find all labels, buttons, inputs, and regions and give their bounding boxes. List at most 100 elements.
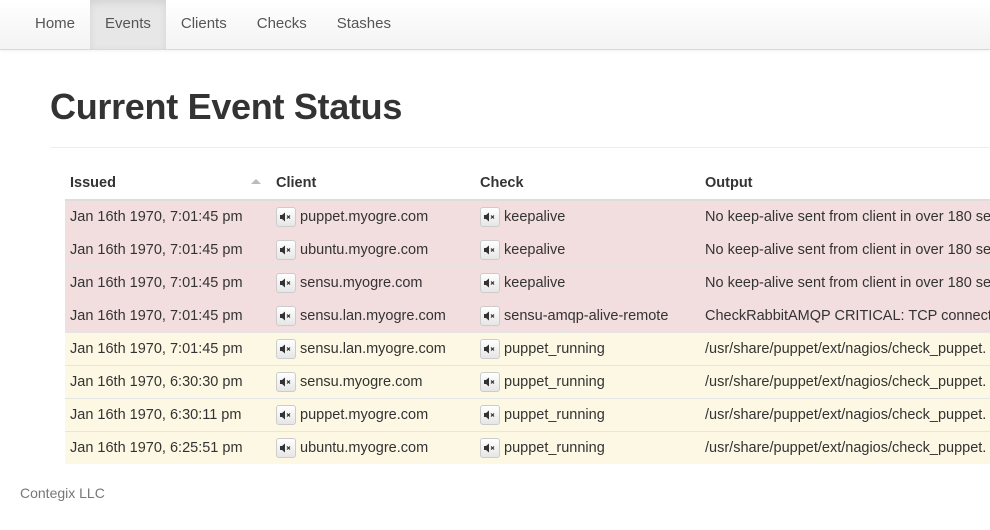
table-row[interactable]: Jan 16th 1970, 7:01:45 pm sensu.lan.myogr… — [65, 299, 990, 333]
nav-item-events[interactable]: Events — [90, 0, 166, 49]
check-name: puppet_running — [504, 341, 605, 357]
check-name: puppet_running — [504, 440, 605, 456]
client-name: sensu.myogre.com — [300, 275, 423, 291]
cell-issued: Jan 16th 1970, 6:25:51 pm — [65, 431, 271, 464]
cell-check: sensu-amqp-alive-remote — [475, 299, 700, 333]
mute-check-button[interactable] — [480, 405, 500, 425]
cell-check: puppet_running — [475, 365, 700, 399]
cell-issued: Jan 16th 1970, 6:30:11 pm — [65, 398, 271, 432]
cell-output: /usr/share/puppet/ext/nagios/check_puppe… — [700, 398, 990, 432]
speaker-mute-icon — [280, 344, 292, 354]
cell-output: No keep-alive sent from client in over 1… — [700, 266, 990, 300]
mute-check-button[interactable] — [480, 240, 500, 260]
cell-client: puppet.myogre.com — [271, 398, 475, 432]
speaker-mute-icon — [484, 278, 496, 288]
client-name: ubuntu.myogre.com — [300, 242, 429, 258]
speaker-mute-icon — [484, 443, 496, 453]
speaker-mute-icon — [280, 410, 292, 420]
table-row[interactable]: Jan 16th 1970, 6:30:11 pm puppet.myogre.c… — [65, 398, 990, 432]
table-row[interactable]: Jan 16th 1970, 6:25:51 pm ubuntu.myogre.c… — [65, 431, 990, 464]
table-header-row: Issued Client Check Output — [65, 166, 990, 201]
speaker-mute-icon — [280, 278, 292, 288]
cell-client: sensu.myogre.com — [271, 365, 475, 399]
events-table: Issued Client Check Output Jan 16th 1970… — [65, 166, 990, 464]
cell-issued: Jan 16th 1970, 7:01:45 pm — [65, 299, 271, 333]
client-name: ubuntu.myogre.com — [300, 440, 429, 456]
cell-output: /usr/share/puppet/ext/nagios/check_puppe… — [700, 431, 990, 464]
cell-check: keepalive — [475, 266, 700, 300]
nav-item-checks[interactable]: Checks — [242, 0, 322, 49]
check-name: sensu-amqp-alive-remote — [504, 308, 669, 324]
column-header-check-label: Check — [480, 174, 524, 191]
column-header-issued-label: Issued — [70, 174, 116, 191]
cell-client: ubuntu.myogre.com — [271, 233, 475, 267]
column-header-client[interactable]: Client — [271, 166, 475, 201]
column-header-issued[interactable]: Issued — [65, 166, 271, 201]
speaker-mute-icon — [484, 245, 496, 255]
nav-menu: Home Events Clients Checks Stashes — [20, 0, 406, 49]
page-title: Current Event Status — [50, 86, 403, 127]
table-row[interactable]: Jan 16th 1970, 7:01:45 pm puppet.myogre.c… — [65, 199, 990, 234]
mute-client-button[interactable] — [276, 438, 296, 458]
mute-check-button[interactable] — [480, 438, 500, 458]
mute-client-button[interactable] — [276, 273, 296, 293]
speaker-mute-icon — [280, 443, 292, 453]
column-header-client-label: Client — [276, 174, 317, 191]
cell-issued: Jan 16th 1970, 7:01:45 pm — [65, 332, 271, 366]
check-name: keepalive — [504, 209, 566, 225]
speaker-mute-icon — [280, 212, 292, 222]
nav-item-home[interactable]: Home — [20, 0, 90, 49]
speaker-mute-icon — [484, 410, 496, 420]
speaker-mute-icon — [484, 344, 496, 354]
column-header-output[interactable]: Output — [700, 166, 990, 201]
cell-output: /usr/share/puppet/ext/nagios/check_puppe… — [700, 332, 990, 366]
mute-check-button[interactable] — [480, 339, 500, 359]
cell-issued: Jan 16th 1970, 7:01:45 pm — [65, 233, 271, 267]
nav-item-clients[interactable]: Clients — [166, 0, 242, 49]
check-name: puppet_running — [504, 374, 605, 390]
client-name: sensu.lan.myogre.com — [300, 308, 446, 324]
client-name: puppet.myogre.com — [300, 407, 429, 423]
cell-issued: Jan 16th 1970, 7:01:45 pm — [65, 266, 271, 300]
mute-client-button[interactable] — [276, 339, 296, 359]
speaker-mute-icon — [280, 245, 292, 255]
client-name: sensu.lan.myogre.com — [300, 341, 446, 357]
cell-check: puppet_running — [475, 332, 700, 366]
mute-client-button[interactable] — [276, 306, 296, 326]
mute-check-button[interactable] — [480, 207, 500, 227]
mute-client-button[interactable] — [276, 207, 296, 227]
check-name: puppet_running — [504, 407, 605, 423]
column-header-output-label: Output — [705, 174, 753, 191]
cell-client: sensu.lan.myogre.com — [271, 299, 475, 333]
client-name: puppet.myogre.com — [300, 209, 429, 225]
mute-client-button[interactable] — [276, 372, 296, 392]
cell-check: keepalive — [475, 199, 700, 234]
mute-check-button[interactable] — [480, 372, 500, 392]
cell-output: No keep-alive sent from client in over 1… — [700, 199, 990, 234]
check-name: keepalive — [504, 242, 566, 258]
cell-output: No keep-alive sent from client in over 1… — [700, 233, 990, 267]
mute-client-button[interactable] — [276, 405, 296, 425]
cell-client: sensu.myogre.com — [271, 266, 475, 300]
cell-client: sensu.lan.myogre.com — [271, 332, 475, 366]
cell-check: keepalive — [475, 233, 700, 267]
mute-check-button[interactable] — [480, 273, 500, 293]
mute-client-button[interactable] — [276, 240, 296, 260]
cell-check: puppet_running — [475, 398, 700, 432]
cell-output: /usr/share/puppet/ext/nagios/check_puppe… — [700, 365, 990, 399]
cell-issued: Jan 16th 1970, 6:30:30 pm — [65, 365, 271, 399]
table-row[interactable]: Jan 16th 1970, 6:30:30 pm sensu.myogre.co… — [65, 365, 990, 399]
check-name: keepalive — [504, 275, 566, 291]
speaker-mute-icon — [484, 212, 496, 222]
table-row[interactable]: Jan 16th 1970, 7:01:45 pm sensu.lan.myogr… — [65, 332, 990, 366]
speaker-mute-icon — [280, 377, 292, 387]
cell-client: puppet.myogre.com — [271, 199, 475, 234]
sort-up-icon — [251, 179, 261, 184]
table-row[interactable]: Jan 16th 1970, 7:01:45 pm ubuntu.myogre.c… — [65, 233, 990, 267]
cell-issued: Jan 16th 1970, 7:01:45 pm — [65, 199, 271, 234]
column-header-check[interactable]: Check — [475, 166, 700, 201]
nav-item-stashes[interactable]: Stashes — [322, 0, 406, 49]
mute-check-button[interactable] — [480, 306, 500, 326]
top-navbar: Home Events Clients Checks Stashes — [0, 0, 990, 50]
table-row[interactable]: Jan 16th 1970, 7:01:45 pm sensu.myogre.co… — [65, 266, 990, 300]
